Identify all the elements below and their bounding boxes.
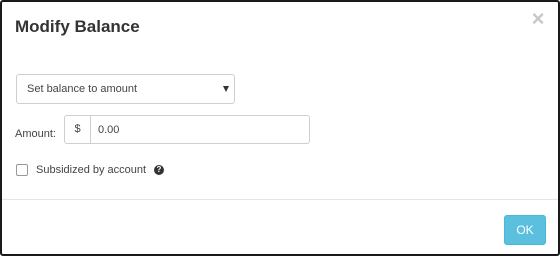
amount-input-group: $: [64, 115, 310, 144]
amount-input[interactable]: [92, 116, 309, 143]
dropdown-caret-icon: [223, 86, 229, 92]
close-icon[interactable]: ×: [530, 8, 546, 30]
dialog-title: Modify Balance: [15, 17, 140, 36]
subsidized-label[interactable]: Subsidized by account: [36, 164, 146, 176]
question-circle-icon[interactable]: ?: [154, 165, 164, 175]
balance-mode-selected-value: Set balance to amount: [27, 83, 138, 95]
balance-mode-select[interactable]: Set balance to amount: [16, 74, 235, 104]
ok-button[interactable]: OK: [504, 215, 546, 245]
modify-balance-dialog: Modify Balance × Set balance to amount A…: [0, 0, 560, 256]
subsidized-checkbox[interactable]: [16, 164, 28, 176]
footer-divider: [2, 199, 558, 200]
dialog-header: Modify Balance ×: [2, 2, 558, 56]
currency-addon: $: [65, 116, 91, 143]
amount-label: Amount:: [15, 128, 56, 140]
